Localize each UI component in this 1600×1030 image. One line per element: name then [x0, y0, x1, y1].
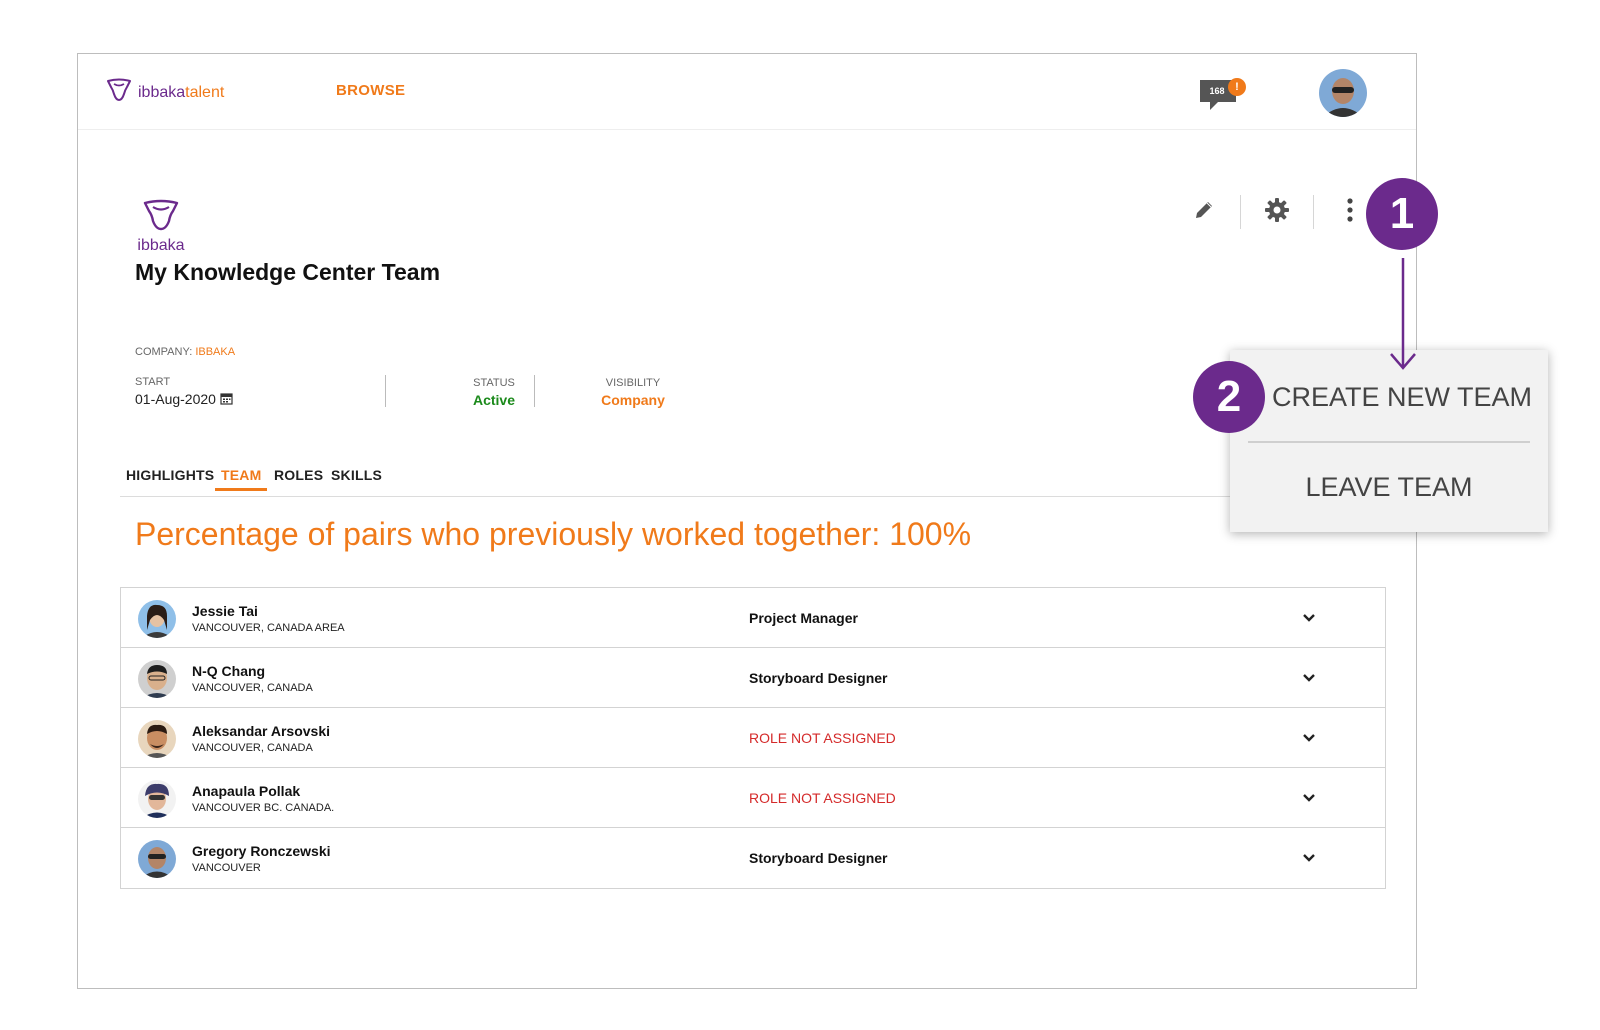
member-avatar — [138, 720, 176, 758]
chevron-down-icon[interactable] — [1301, 670, 1317, 686]
member-avatar — [138, 780, 176, 818]
top-navigation-bar: ibbakatalent BROWSE 168 ! — [78, 54, 1416, 130]
start-date-value: 01-Aug-2020 — [135, 391, 216, 407]
member-location: VANCOUVER, CANADA — [192, 742, 313, 754]
tab-roles[interactable]: ROLES — [274, 467, 323, 489]
visibility-value: Company — [601, 392, 665, 408]
settings-button[interactable] — [1241, 194, 1313, 230]
menu-divider — [1248, 441, 1530, 443]
tab-team[interactable]: TEAM — [215, 467, 268, 491]
member-location: VANCOUVER, CANADA AREA — [192, 622, 345, 634]
visibility: VISIBILITY Company — [583, 377, 683, 408]
company-value[interactable]: IBBAKA — [195, 346, 235, 358]
tab-skills[interactable]: SKILLS — [331, 467, 382, 489]
status-badge: Active — [472, 392, 516, 408]
chevron-down-icon[interactable] — [1301, 790, 1317, 806]
member-location: VANCOUVER — [192, 862, 261, 874]
member-name[interactable]: Anapaula Pollak — [192, 783, 300, 799]
table-row[interactable]: Gregory Ronczewski VANCOUVER Storyboard … — [121, 828, 1385, 888]
app-window: ibbakatalent BROWSE 168 ! ibbaka My Know… — [77, 53, 1417, 989]
member-role: Project Manager — [749, 610, 858, 626]
member-name[interactable]: N-Q Chang — [192, 663, 265, 679]
arrow-down-icon — [1389, 258, 1417, 374]
ibbaka-logo-icon — [142, 199, 180, 235]
member-role: Storyboard Designer — [749, 850, 888, 866]
member-location: VANCOUVER BC. CANADA. — [192, 802, 335, 814]
member-location: VANCOUVER, CANADA — [192, 682, 313, 694]
tab-highlights[interactable]: HIGHLIGHTS — [126, 467, 214, 489]
start-date: START 01-Aug-2020 — [135, 376, 233, 407]
annotation-step-1: 1 — [1366, 178, 1438, 250]
team-logo-word: ibbaka — [137, 237, 185, 254]
menu-item-create-new-team[interactable]: CREATE NEW TEAM — [1230, 382, 1548, 413]
pairs-worked-together-stat: Percentage of pairs who previously worke… — [135, 516, 972, 552]
more-vertical-icon — [1346, 197, 1354, 228]
member-avatar — [138, 660, 176, 698]
member-role: ROLE NOT ASSIGNED — [749, 730, 896, 746]
more-options-menu: CREATE NEW TEAM LEAVE TEAM — [1230, 350, 1548, 532]
table-row[interactable]: Jessie Tai VANCOUVER, CANADA AREA Projec… — [121, 588, 1385, 648]
member-name[interactable]: Aleksandar Arsovski — [192, 723, 330, 739]
member-name[interactable]: Jessie Tai — [192, 603, 258, 619]
ibbaka-logo-icon — [106, 78, 132, 107]
section-tabs: HIGHLIGHTS TEAM ROLES SKILLS — [120, 467, 1354, 497]
member-avatar — [138, 600, 176, 638]
pencil-icon — [1193, 199, 1215, 226]
meta-divider — [385, 375, 386, 407]
member-avatar — [138, 840, 176, 878]
table-row[interactable]: Aleksandar Arsovski VANCOUVER, CANADA RO… — [121, 708, 1385, 768]
notification-badge: ! — [1228, 78, 1246, 96]
nav-browse-link[interactable]: BROWSE — [336, 82, 405, 99]
member-role: ROLE NOT ASSIGNED — [749, 790, 896, 806]
table-row[interactable]: Anapaula Pollak VANCOUVER BC. CANADA. RO… — [121, 768, 1385, 828]
status: STATUS Active — [444, 377, 544, 408]
member-role: Storyboard Designer — [749, 670, 888, 686]
edit-button[interactable] — [1168, 194, 1240, 230]
team-logo: ibbaka — [136, 199, 186, 255]
team-actions — [1168, 194, 1386, 230]
page-title: My Knowledge Center Team — [135, 259, 441, 285]
messages-button[interactable]: 168 ! — [1198, 72, 1246, 114]
chevron-down-icon[interactable] — [1301, 850, 1317, 866]
chevron-down-icon[interactable] — [1301, 730, 1317, 746]
user-avatar[interactable] — [1319, 69, 1367, 117]
calendar-icon[interactable] — [220, 391, 233, 407]
table-row[interactable]: N-Q Chang VANCOUVER, CANADA Storyboard D… — [121, 648, 1385, 708]
member-name[interactable]: Gregory Ronczewski — [192, 843, 331, 859]
gear-icon — [1264, 197, 1290, 228]
meta-divider — [534, 375, 535, 407]
team-members-list: Jessie Tai VANCOUVER, CANADA AREA Projec… — [120, 587, 1386, 889]
company-line: COMPANY: IBBAKA — [135, 346, 236, 358]
menu-item-leave-team[interactable]: LEAVE TEAM — [1230, 472, 1548, 503]
chevron-down-icon[interactable] — [1301, 610, 1317, 626]
annotation-step-2: 2 — [1193, 361, 1265, 433]
brand-logo[interactable]: ibbakatalent — [106, 78, 224, 107]
brand-name: ibbakatalent — [138, 83, 225, 101]
